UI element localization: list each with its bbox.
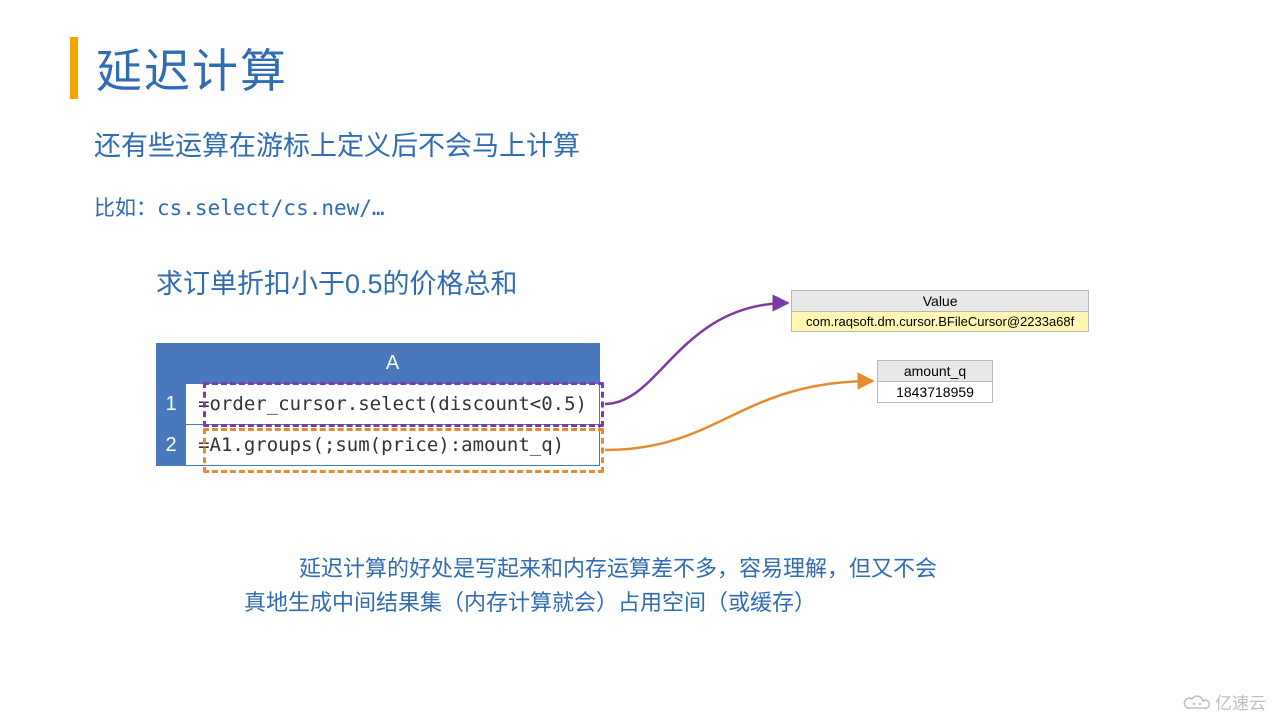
arrow-orange: [605, 381, 873, 450]
subtitle: 还有些运算在游标上定义后不会马上计算: [94, 124, 580, 163]
cell-a2: =A1.groups(;sum(price):amount_q): [186, 425, 600, 466]
result-box-amount: amount_q 1843718959: [877, 360, 993, 403]
example-prefix: 比如：: [94, 197, 157, 220]
result-value: 1843718959: [878, 382, 993, 403]
result-header: Value: [792, 291, 1089, 312]
watermark-text: 亿速云: [1215, 689, 1266, 714]
example-line: 比如：cs.select/cs.new/…: [94, 192, 385, 222]
cell-a1: =order_cursor.select(discount<0.5): [186, 384, 600, 425]
table-row: 1 =order_cursor.select(discount<0.5): [157, 384, 600, 425]
row-number: 1: [157, 384, 186, 425]
title-accent-bar: [70, 37, 78, 99]
result-box-cursor: Value com.raqsoft.dm.cursor.BFileCursor@…: [791, 290, 1089, 332]
row-number: 2: [157, 425, 186, 466]
example-code: cs.select/cs.new/…: [157, 196, 385, 220]
cloud-icon: [1183, 693, 1211, 711]
page-title: 延迟计算: [96, 35, 288, 101]
table-corner: [157, 344, 186, 384]
result-header: amount_q: [878, 361, 993, 382]
code-table: A 1 =order_cursor.select(discount<0.5) 2…: [156, 343, 600, 466]
title-block: 延迟计算: [70, 35, 288, 101]
section-subtitle: 求订单折扣小于0.5的价格总和: [156, 262, 518, 301]
watermark: 亿速云: [1183, 689, 1266, 714]
result-value: com.raqsoft.dm.cursor.BFileCursor@2233a6…: [792, 312, 1089, 332]
footer-line2: 真地生成中间结果集（内存计算就会）占用空间（或缓存）: [244, 590, 816, 615]
footer-text: 延迟计算的好处是写起来和内存运算差不多，容易理解，但又不会 真地生成中间结果集（…: [244, 552, 1024, 620]
arrow-purple: [605, 303, 788, 404]
table-header-a: A: [186, 344, 600, 384]
table-row: 2 =A1.groups(;sum(price):amount_q): [157, 425, 600, 466]
footer-line1: 延迟计算的好处是写起来和内存运算差不多，容易理解，但又不会: [244, 552, 1024, 586]
